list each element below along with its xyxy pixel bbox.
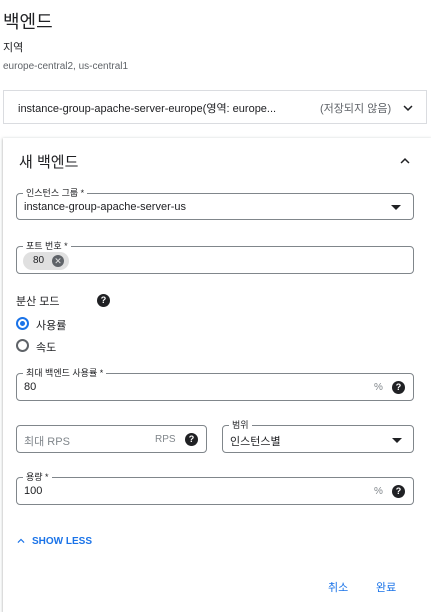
capacity-value: 100 xyxy=(24,485,43,497)
scope-value: 인스턴스별 xyxy=(230,436,281,448)
max-backend-utilization-field[interactable]: 최대 백엔드 사용률 * 80 % ? xyxy=(16,367,414,401)
capacity-help-icon[interactable]: ? xyxy=(392,485,405,498)
percent-suffix: % xyxy=(374,486,383,497)
radio-utilization[interactable] xyxy=(16,317,29,330)
show-less-label: SHOW LESS xyxy=(32,535,93,547)
collapsed-backend-name: instance-group-apache-server-europe(영역: … xyxy=(18,103,277,115)
collapsed-backend-row[interactable]: instance-group-apache-server-europe(영역: … xyxy=(3,90,427,124)
dropdown-arrow-icon xyxy=(391,205,401,210)
done-button[interactable]: 완료 xyxy=(376,579,396,595)
new-backend-title: 새 백엔드 xyxy=(19,154,79,171)
capacity-field[interactable]: 용량 * 100 % ? xyxy=(16,471,414,505)
max-backend-utilization-value: 80 xyxy=(24,381,37,393)
instance-group-select[interactable]: 인스턴스 그룹 * instance-group-apache-server-u… xyxy=(16,187,414,220)
port-numbers-label: 포트 번호 * xyxy=(23,240,71,252)
chevron-down-icon[interactable] xyxy=(399,99,417,117)
rps-help-icon[interactable]: ? xyxy=(185,433,198,446)
port-chip: 80 ✕ xyxy=(23,252,69,270)
max-rps-placeholder: 최대 RPS xyxy=(24,436,70,448)
balancing-mode-label: 분산 모드 xyxy=(16,293,60,309)
section-title: 백엔드 xyxy=(3,12,53,32)
dropdown-arrow-icon xyxy=(392,438,402,443)
collapsed-backend-status: (저장되지 않음) xyxy=(320,103,392,115)
radio-rate-label[interactable]: 속도 xyxy=(36,339,56,355)
radio-rate[interactable] xyxy=(16,339,29,352)
max-backend-utilization-label: 최대 백엔드 사용률 * xyxy=(23,367,107,379)
show-less-link[interactable]: SHOW LESS xyxy=(14,534,92,548)
utilization-help-icon[interactable]: ? xyxy=(392,381,405,394)
port-numbers-field[interactable]: 포트 번호 * 80 ✕ xyxy=(16,240,414,274)
capacity-label: 용량 * xyxy=(23,471,52,483)
chip-remove-icon[interactable]: ✕ xyxy=(52,255,64,267)
instance-group-value: instance-group-apache-server-us xyxy=(24,201,187,213)
scope-label: 범위 xyxy=(229,419,252,431)
balancing-mode-text: 분산 모드 xyxy=(16,296,60,308)
region-label: 지역 xyxy=(3,42,24,54)
chevron-up-small-icon xyxy=(17,538,25,543)
scope-select[interactable]: 범위 인스턴스별 xyxy=(222,419,414,453)
rps-suffix: RPS xyxy=(155,434,176,445)
balancing-mode-help-icon[interactable]: ? xyxy=(97,294,110,307)
cancel-button[interactable]: 취소 xyxy=(328,579,348,595)
percent-suffix: % xyxy=(374,382,383,393)
new-backend-card: 새 백엔드 인스턴스 그룹 * instance-group-apache-se… xyxy=(3,138,431,612)
max-rps-field[interactable]: 최대 RPS RPS ? xyxy=(16,425,207,453)
chevron-up-icon[interactable] xyxy=(396,152,414,170)
radio-utilization-label[interactable]: 사용률 xyxy=(36,317,66,333)
port-chip-label: 80 xyxy=(33,255,45,266)
instance-group-label: 인스턴스 그룹 * xyxy=(23,187,88,199)
region-value: europe-central2, us-central1 xyxy=(3,61,129,72)
